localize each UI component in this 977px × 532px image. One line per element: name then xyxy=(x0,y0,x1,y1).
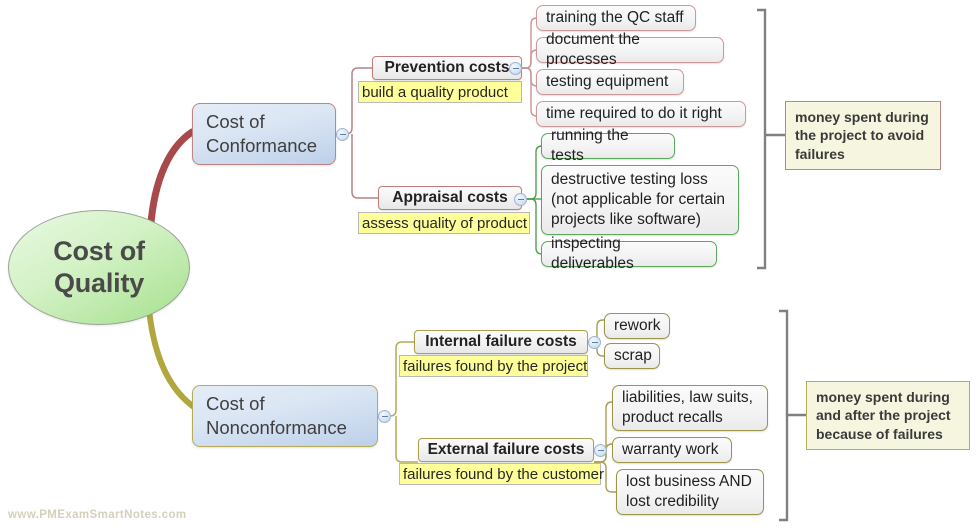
toggle-cost-of-conformance[interactable] xyxy=(336,128,349,141)
leaf-label: liabilities, law suits, product recalls xyxy=(622,388,753,426)
branch-label: Cost of Nonconformance xyxy=(206,392,347,438)
branch-cost-of-conformance[interactable]: Cost of Conformance xyxy=(192,103,336,165)
leaf-item[interactable]: document the processes xyxy=(536,31,724,68)
category-internal-failure-costs-subtitle: failures found by the project xyxy=(399,355,588,377)
branch-label: Cost of Conformance xyxy=(206,110,318,156)
leaf-label: destructive testing loss (not applicable… xyxy=(551,170,726,229)
note-label: money spent during and after the project… xyxy=(816,388,951,442)
leaf-label: warranty work xyxy=(622,440,719,458)
leaf-label: inspecting deliverables xyxy=(551,234,634,272)
leaf-item[interactable]: rework xyxy=(604,313,670,339)
toggle-external-failure-costs[interactable] xyxy=(594,444,607,457)
category-external-failure-costs-subtitle: failures found by the customer xyxy=(399,463,604,485)
category-title: Prevention costs xyxy=(384,59,510,76)
category-appraisal-costs[interactable]: Appraisal costs xyxy=(378,186,522,210)
mindmap-canvas: Cost of Quality Cost of Conformance Prev… xyxy=(0,0,977,532)
leaf-item[interactable]: liabilities, law suits, product recalls xyxy=(612,385,768,431)
category-external-failure-costs[interactable]: External failure costs xyxy=(418,438,594,462)
branch-cost-of-nonconformance[interactable]: Cost of Nonconformance xyxy=(192,385,378,447)
leaf-item[interactable]: scrap xyxy=(604,343,660,369)
toggle-prevention-costs[interactable] xyxy=(509,62,522,75)
leaf-item[interactable]: testing equipment xyxy=(536,69,684,95)
category-prevention-costs[interactable]: Prevention costs xyxy=(372,56,522,80)
note-nonconformance: money spent during and after the project… xyxy=(806,381,970,450)
root-node[interactable]: Cost of Quality xyxy=(8,210,190,325)
leaf-item[interactable]: running the tests xyxy=(541,127,675,164)
leaf-label: testing equipment xyxy=(546,72,669,90)
note-label: money spent during the project to avoid … xyxy=(795,108,929,162)
root-label: Cost of Quality xyxy=(53,235,145,298)
leaf-item[interactable]: destructive testing loss (not applicable… xyxy=(541,165,739,235)
category-prevention-costs-subtitle: build a quality product xyxy=(358,81,522,103)
toggle-cost-of-nonconformance[interactable] xyxy=(378,410,391,423)
category-title: External failure costs xyxy=(427,441,585,458)
toggle-appraisal-costs[interactable] xyxy=(514,193,527,206)
leaf-label: training the QC staff xyxy=(546,8,684,26)
leaf-label: rework xyxy=(614,316,661,334)
category-title: Appraisal costs xyxy=(392,189,508,206)
leaf-label: scrap xyxy=(614,346,652,364)
leaf-label: time required to do it right xyxy=(546,104,722,122)
leaf-item[interactable]: time required to do it right xyxy=(536,101,746,127)
subtitle-label: assess quality of product xyxy=(362,214,528,232)
toggle-internal-failure-costs[interactable] xyxy=(588,336,601,349)
leaf-item[interactable]: lost business AND lost credibility xyxy=(616,469,764,515)
subtitle-label: failures found by the customer xyxy=(403,465,604,483)
leaf-label: document the processes xyxy=(546,30,640,68)
category-internal-failure-costs[interactable]: Internal failure costs xyxy=(414,330,588,354)
leaf-item[interactable]: inspecting deliverables xyxy=(541,235,717,272)
watermark: www.PMExamSmartNotes.com xyxy=(8,509,187,521)
subtitle-label: build a quality product xyxy=(362,83,508,101)
category-appraisal-costs-subtitle: assess quality of product xyxy=(358,212,530,234)
note-conformance: money spent during the project to avoid … xyxy=(785,101,941,170)
leaf-item[interactable]: training the QC staff xyxy=(536,5,696,31)
subtitle-label: failures found by the project xyxy=(403,357,588,375)
category-title: Internal failure costs xyxy=(425,333,577,350)
leaf-item[interactable]: warranty work xyxy=(612,437,732,463)
leaf-label: running the tests xyxy=(551,126,629,164)
leaf-label: lost business AND lost credibility xyxy=(626,472,752,510)
